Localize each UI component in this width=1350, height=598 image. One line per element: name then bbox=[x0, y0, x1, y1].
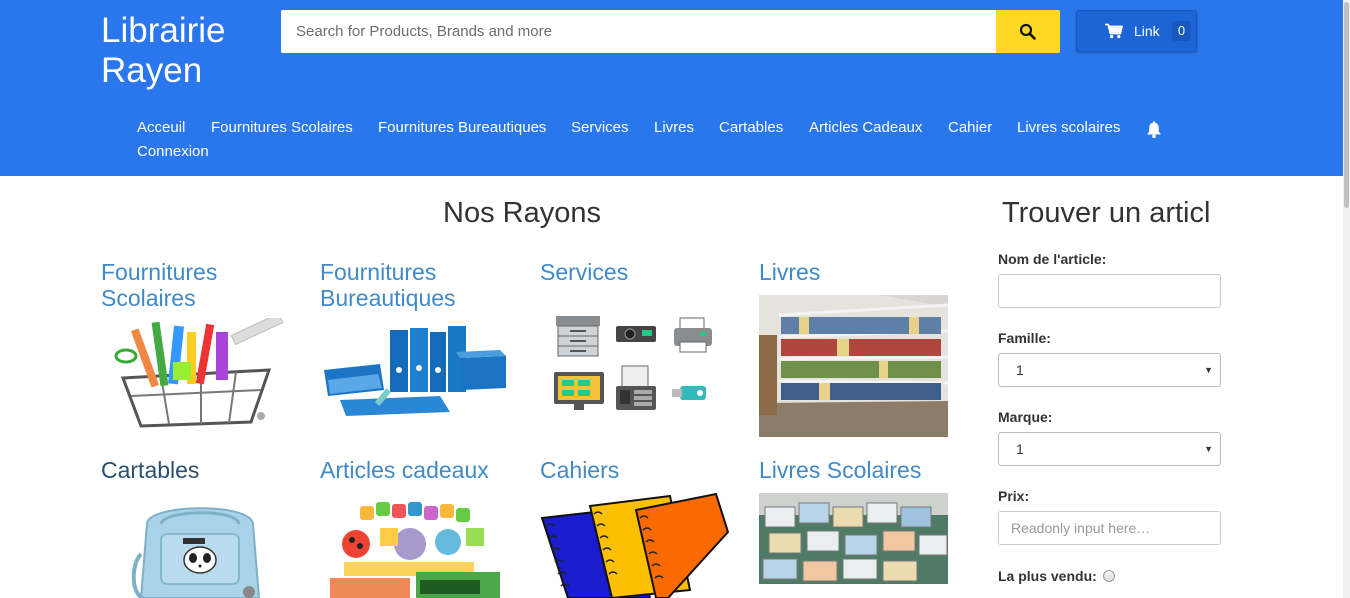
cart-icon bbox=[1105, 23, 1123, 39]
nav-item-acceuil[interactable]: Acceuil bbox=[137, 118, 185, 138]
rayon-title-fournitures-scolaires[interactable]: Fournitures Scolaires bbox=[101, 259, 217, 311]
marque-label: Marque: bbox=[998, 409, 1053, 425]
scrollbar-thumb[interactable] bbox=[1344, 2, 1349, 208]
prix-label: Prix: bbox=[998, 488, 1030, 504]
rayon-title-livres-scolaires[interactable]: Livres Scolaires bbox=[759, 457, 921, 483]
nav-item-fournitures-bureautiques[interactable]: Fournitures Bureautiques bbox=[378, 118, 546, 138]
nav-item-livres[interactable]: Livres bbox=[654, 118, 694, 138]
search-icon bbox=[1019, 23, 1036, 40]
nav-item-cartables[interactable]: Cartables bbox=[719, 118, 783, 138]
search-button[interactable] bbox=[996, 10, 1060, 53]
livres-image[interactable] bbox=[759, 295, 948, 437]
prix-input[interactable] bbox=[998, 511, 1221, 545]
rayon-title-livres[interactable]: Livres bbox=[759, 259, 820, 285]
cart-button[interactable]: Link 0 bbox=[1076, 10, 1197, 52]
rayon-title-line: Scolaires bbox=[101, 285, 196, 311]
best-seller-radio[interactable] bbox=[1102, 570, 1115, 582]
search-input[interactable] bbox=[281, 10, 996, 53]
marque-selected-value: 1 bbox=[1016, 441, 1024, 457]
articles-cadeaux-image[interactable] bbox=[320, 496, 504, 598]
brand-logo[interactable]: Librairie Rayen bbox=[101, 11, 226, 91]
best-seller-row: La plus vendu: bbox=[998, 568, 1115, 584]
brand-line-1: Librairie bbox=[101, 11, 226, 50]
search-bar bbox=[281, 10, 1060, 53]
rayon-title-cahiers[interactable]: Cahiers bbox=[540, 457, 619, 483]
chevron-down-icon: ▼ bbox=[1204, 444, 1213, 454]
site-header: Librairie Rayen Link 0 Acceuil bbox=[0, 0, 1343, 176]
famille-select[interactable]: 1 ▼ bbox=[998, 353, 1221, 387]
article-name-input[interactable] bbox=[998, 274, 1221, 308]
fournitures-bureautiques-image[interactable] bbox=[320, 318, 508, 424]
cartables-image[interactable] bbox=[101, 494, 287, 598]
bell-icon[interactable] bbox=[1146, 121, 1162, 139]
nav-item-services[interactable]: Services bbox=[571, 118, 629, 138]
nav-item-cahier[interactable]: Cahier bbox=[948, 118, 992, 138]
services-image[interactable] bbox=[540, 300, 724, 418]
livres-scolaires-image[interactable] bbox=[759, 493, 948, 584]
nav-item-articles-cadeaux[interactable]: Articles Cadeaux bbox=[809, 118, 922, 138]
section-title-nos-rayons: Nos Rayons bbox=[443, 197, 601, 229]
name-label: Nom de l'article: bbox=[998, 251, 1107, 267]
rayon-title-fournitures-bureautiques[interactable]: Fournitures Bureautiques bbox=[320, 259, 456, 311]
cahiers-image[interactable] bbox=[540, 492, 730, 598]
famille-label: Famille: bbox=[998, 330, 1051, 346]
nav-item-fournitures-scolaires[interactable]: Fournitures Scolaires bbox=[211, 118, 353, 138]
best-seller-label: La plus vendu: bbox=[998, 568, 1097, 584]
fournitures-scolaires-image[interactable] bbox=[101, 318, 287, 430]
rayon-title-line: Fournitures bbox=[101, 259, 218, 285]
rayon-title-cartables[interactable]: Cartables bbox=[101, 457, 199, 483]
rayon-title-line: Bureautiques bbox=[320, 285, 456, 311]
rayon-title-line: Fournitures bbox=[320, 259, 437, 285]
nav-item-livres-scolaires[interactable]: Livres scolaires bbox=[1017, 118, 1120, 138]
marque-select[interactable]: 1 ▼ bbox=[998, 432, 1221, 466]
cart-label: Link bbox=[1134, 23, 1160, 39]
rayon-title-articles-cadeaux[interactable]: Articles cadeaux bbox=[320, 457, 489, 483]
rayon-title-services[interactable]: Services bbox=[540, 259, 628, 285]
scrollbar[interactable] bbox=[1343, 0, 1350, 598]
sidebar-title: Trouver un articl bbox=[1002, 197, 1211, 229]
cart-count-badge: 0 bbox=[1172, 21, 1191, 41]
chevron-down-icon: ▼ bbox=[1204, 365, 1213, 375]
nav-item-connexion[interactable]: Connexion bbox=[137, 142, 209, 162]
brand-line-2: Rayen bbox=[101, 51, 203, 90]
page: Librairie Rayen Link 0 Acceuil bbox=[0, 0, 1350, 598]
famille-selected-value: 1 bbox=[1016, 362, 1024, 378]
